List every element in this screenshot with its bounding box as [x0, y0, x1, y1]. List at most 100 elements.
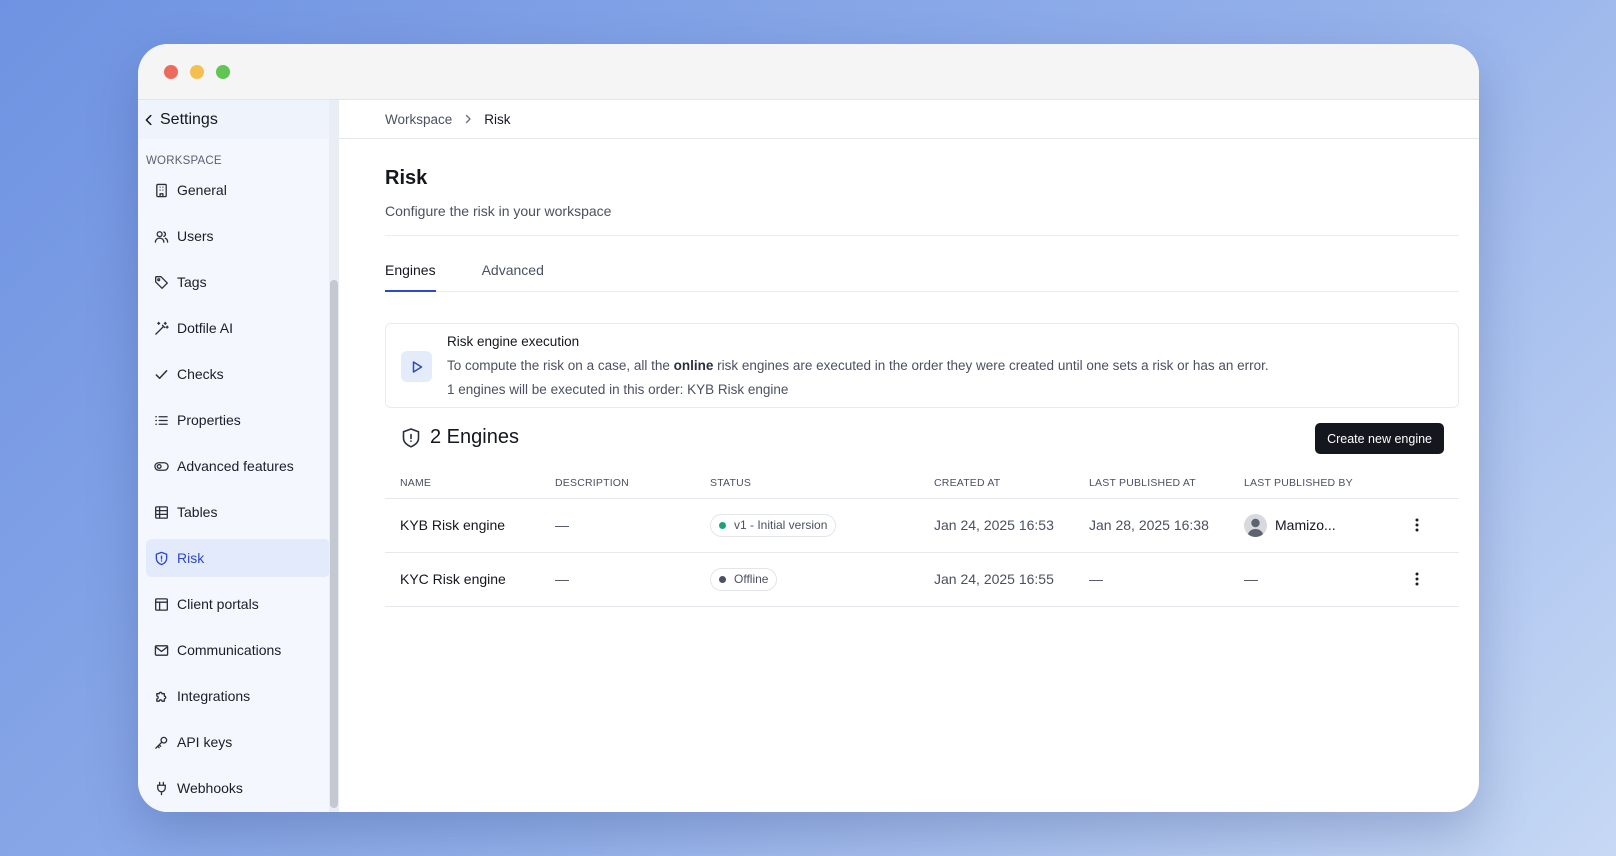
- sidebar-item-users[interactable]: Users: [146, 217, 330, 255]
- engine-name[interactable]: KYB Risk engine: [385, 498, 540, 553]
- info-execution-order: 1 engines will be executed in this order…: [447, 382, 789, 397]
- breadcrumb-current: Risk: [484, 111, 511, 127]
- engine-status-cell: v1 - Initial version: [695, 498, 919, 553]
- engines-count: 2 Engines: [430, 426, 519, 448]
- column-header-description[interactable]: DESCRIPTION: [540, 468, 695, 499]
- table-row[interactable]: KYB Risk engine — v1 - Initial version J…: [385, 498, 1459, 553]
- sidebar-item-communications[interactable]: Communications: [146, 631, 330, 669]
- sidebar-item-tags[interactable]: Tags: [146, 263, 330, 301]
- more-vertical-icon: [1415, 518, 1419, 532]
- engine-last-published-at: Jan 28, 2025 16:38: [1074, 498, 1229, 553]
- engines-table: NAME DESCRIPTION STATUS CREATED AT LAST …: [385, 468, 1459, 607]
- sidebar-item-tables[interactable]: Tables: [146, 493, 330, 531]
- engines-header: 2 Engines Create new engine: [385, 408, 1459, 468]
- check-icon: [155, 369, 168, 379]
- sidebar-item-dotfile-ai[interactable]: Dotfile AI: [146, 309, 330, 347]
- sidebar-item-general[interactable]: General: [146, 171, 330, 209]
- engine-created-at: Jan 24, 2025 16:55: [919, 552, 1074, 607]
- maximize-window-button[interactable]: [216, 65, 230, 79]
- avatar: [1244, 513, 1267, 537]
- table-row[interactable]: KYC Risk engine — Offline Jan 24, 2025 1…: [385, 552, 1459, 607]
- title-bar: [138, 44, 1479, 100]
- row-actions-cell: [1394, 498, 1459, 553]
- close-window-button[interactable]: [164, 65, 178, 79]
- sidebar-item-properties[interactable]: Properties: [146, 401, 330, 439]
- sidebar-item-integrations[interactable]: Integrations: [146, 677, 330, 715]
- engine-last-published-by: —: [1229, 552, 1394, 607]
- more-options-button[interactable]: [1409, 571, 1459, 587]
- shield-icon: [155, 551, 168, 565]
- status-label: v1 - Initial version: [734, 518, 828, 532]
- sidebar-item-label: Risk: [177, 550, 205, 566]
- chevron-right-icon: [466, 114, 471, 124]
- tab-advanced[interactable]: Advanced: [482, 236, 544, 291]
- status-label: Offline: [734, 572, 769, 586]
- sidebar-item-api-keys[interactable]: API keys: [146, 723, 330, 761]
- status-dot-offline: [719, 575, 726, 583]
- column-header-last-published-at[interactable]: LAST PUBLISHED AT: [1074, 468, 1229, 499]
- page-title: Risk: [385, 167, 428, 189]
- more-options-button[interactable]: [1409, 517, 1459, 533]
- sidebar-item-label: Properties: [177, 412, 241, 428]
- sidebar-item-label: Communications: [177, 642, 282, 658]
- column-header-actions: [1394, 468, 1459, 499]
- plug-icon: [157, 781, 166, 795]
- sidebar-item-advanced-features[interactable]: Advanced features: [146, 447, 330, 485]
- row-actions-cell: [1394, 552, 1459, 607]
- info-text-online: online: [673, 358, 714, 373]
- list-icon: [155, 415, 168, 425]
- chevron-left-icon: [145, 114, 152, 125]
- sidebar-item-risk[interactable]: Risk: [146, 539, 330, 577]
- status-dot-online: [719, 521, 726, 529]
- mail-icon: [154, 644, 169, 656]
- publisher: Mamizo...: [1244, 513, 1394, 537]
- engine-name[interactable]: KYC Risk engine: [385, 552, 540, 607]
- app-window: Settings WORKSPACE General Users Tags Do…: [138, 44, 1479, 812]
- sidebar-item-label: Dotfile AI: [177, 320, 234, 336]
- tab-bar: Engines Advanced: [385, 236, 1459, 292]
- toggle-icon: [154, 461, 169, 471]
- puzzle-icon: [156, 691, 167, 702]
- tab-engines[interactable]: Engines: [385, 236, 436, 292]
- user-avatar-icon: [1247, 518, 1264, 537]
- engine-description: —: [540, 498, 695, 553]
- info-description: To compute the risk on a case, all the o…: [447, 358, 1269, 373]
- engine-last-published-at: —: [1074, 552, 1229, 607]
- sidebar-section-label: WORKSPACE: [146, 155, 222, 167]
- tag-icon: [155, 275, 168, 289]
- engine-status-cell: Offline: [695, 552, 919, 607]
- create-new-engine-button[interactable]: Create new engine: [1315, 423, 1444, 454]
- main-panel: Workspace Risk Risk Configure the risk i…: [339, 100, 1479, 812]
- column-header-name[interactable]: NAME: [385, 468, 540, 499]
- sidebar-item-label: Integrations: [177, 688, 251, 704]
- sidebar-item-client-portals[interactable]: Client portals: [146, 585, 330, 623]
- sidebar-item-label: Webhooks: [177, 780, 243, 796]
- sidebar-item-label: Advanced features: [177, 458, 294, 474]
- table-icon: [155, 505, 168, 519]
- info-text-before: To compute the risk on a case, all the: [447, 358, 674, 373]
- risk-content: Risk Configure the risk in your workspac…: [385, 139, 1459, 607]
- magic-wand-icon: [155, 321, 169, 335]
- info-text-after: risk engines are executed in the order t…: [713, 358, 1269, 373]
- engine-description: —: [540, 552, 695, 607]
- column-header-status[interactable]: STATUS: [695, 468, 919, 499]
- sidebar-scrollbar-thumb[interactable]: [330, 280, 338, 808]
- building-icon: [156, 183, 167, 197]
- sidebar-title: Settings: [160, 110, 218, 128]
- column-header-last-published-by[interactable]: LAST PUBLISHED BY: [1229, 468, 1394, 499]
- engine-created-at: Jan 24, 2025 16:53: [919, 498, 1074, 553]
- sidebar-item-label: Client portals: [177, 596, 259, 612]
- breadcrumb-workspace[interactable]: Workspace: [385, 112, 452, 127]
- sidebar-item-webhooks[interactable]: Webhooks: [146, 769, 330, 807]
- settings-back-link[interactable]: Settings: [138, 100, 338, 139]
- status-badge: v1 - Initial version: [710, 513, 837, 537]
- settings-sidebar: Settings WORKSPACE General Users Tags Do…: [138, 100, 339, 812]
- minimize-window-button[interactable]: [190, 65, 204, 79]
- sidebar-item-label: Tables: [177, 504, 218, 520]
- risk-execution-info: Risk engine execution To compute the ris…: [385, 323, 1459, 408]
- sidebar-item-checks[interactable]: Checks: [146, 355, 330, 393]
- column-header-created-at[interactable]: CREATED AT: [919, 468, 1074, 499]
- table-header-row: NAME DESCRIPTION STATUS CREATED AT LAST …: [385, 468, 1459, 499]
- sidebar-item-label: Tags: [177, 274, 207, 290]
- sidebar-nav: General Users Tags Dotfile AI Checks Pro…: [138, 171, 338, 807]
